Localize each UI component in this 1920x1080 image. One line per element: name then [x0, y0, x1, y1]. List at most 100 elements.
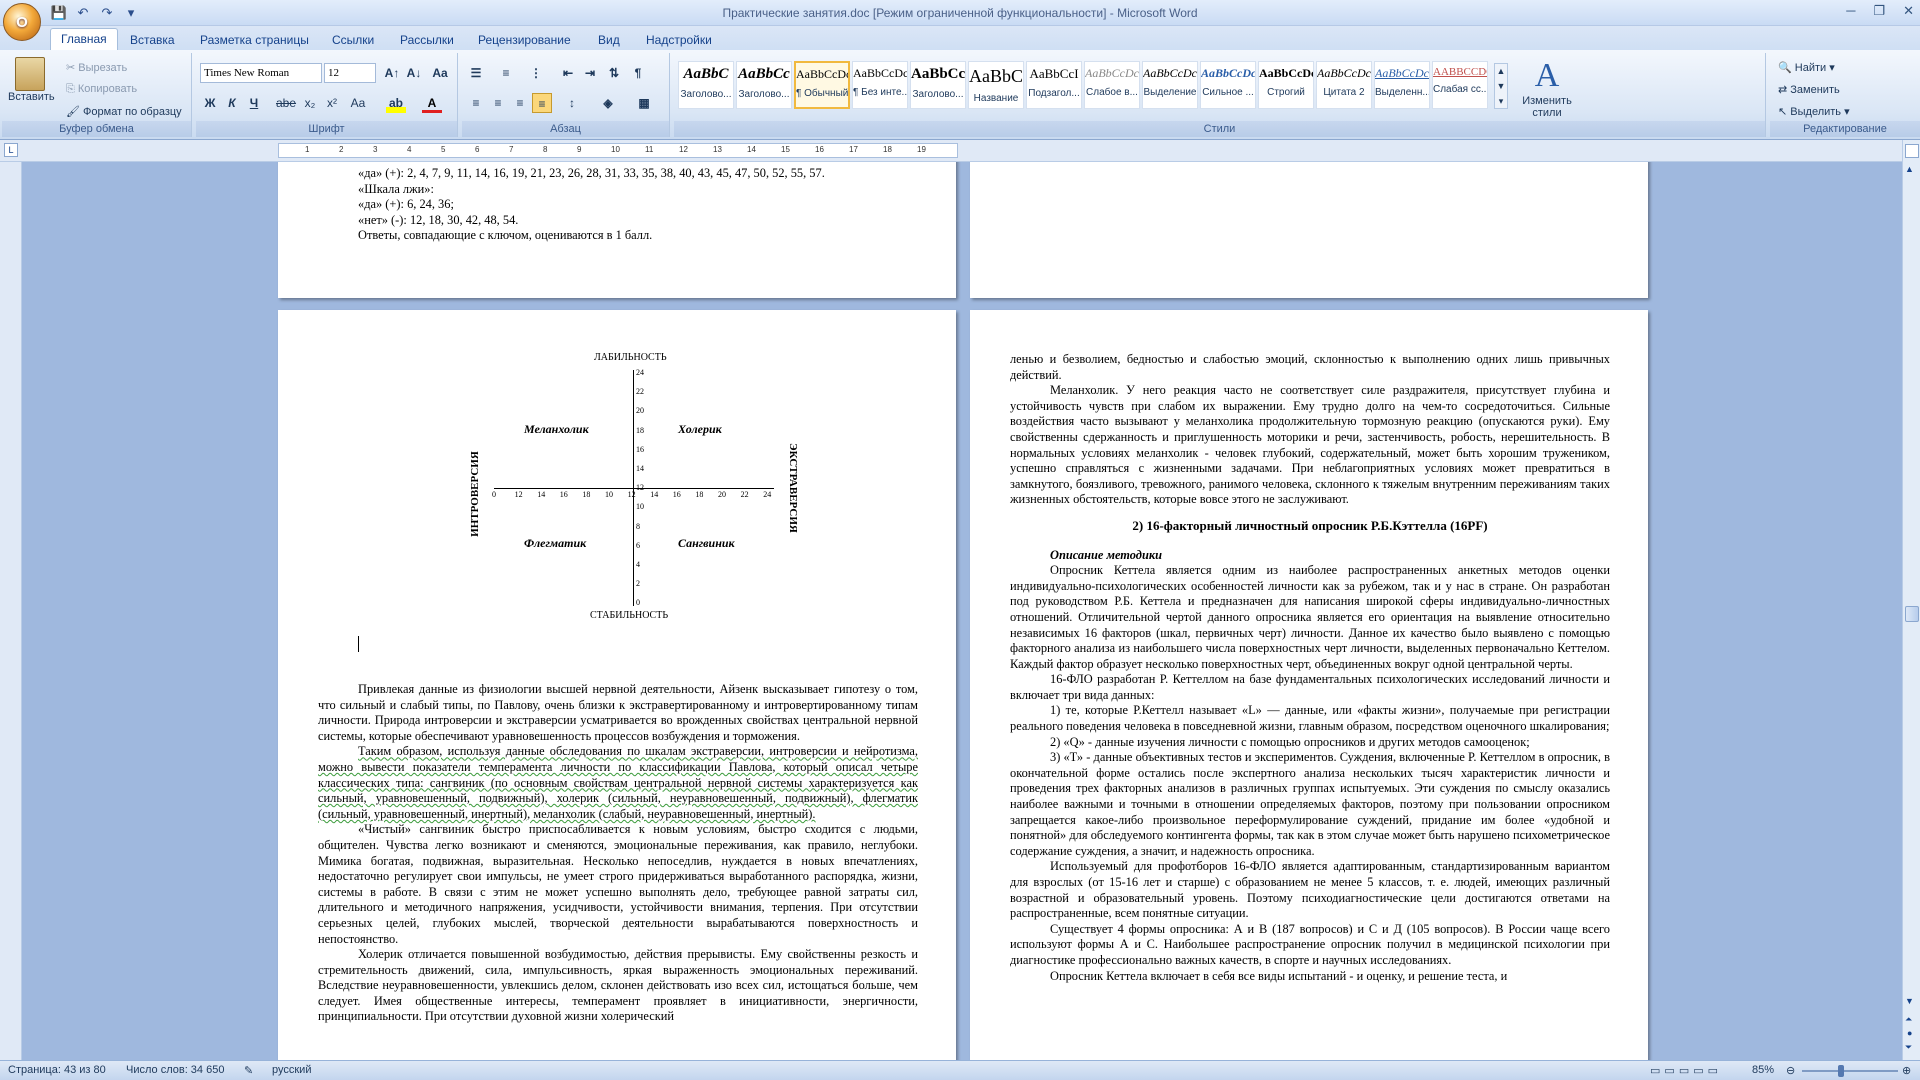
tab-home[interactable]: Главная	[50, 28, 118, 50]
zoom-level[interactable]: 85%	[1752, 1064, 1774, 1076]
page-top-left[interactable]: «да» (+): 2, 4, 7, 9, 11, 14, 16, 19, 21…	[278, 162, 956, 298]
increase-indent-icon[interactable]: ⇥	[580, 63, 600, 83]
office-button[interactable]: O	[3, 3, 41, 41]
shrink-font-icon[interactable]: A↓	[404, 63, 424, 83]
change-styles-button[interactable]: A Изменить стили	[1512, 57, 1582, 119]
cursor-icon: ↖	[1778, 106, 1791, 118]
horizontal-ruler-bar: L 1 2 3 4 5 6 7 8 9 10 11 12 13 14 15 16 17 18 19	[0, 140, 1920, 162]
underline-icon[interactable]: Ч	[244, 93, 264, 113]
diagram-left-label: ИНТРОВЕРСИЯ	[468, 451, 481, 537]
copy-button[interactable]: ⎘ Копировать	[66, 83, 137, 96]
next-page-icon[interactable]: ⏷	[1905, 1042, 1912, 1053]
font-name-combo[interactable]: Times New Roman	[200, 63, 322, 83]
style-strong[interactable]: AaBbCcDc Строгий	[1258, 61, 1314, 109]
justify-icon[interactable]: ≡	[532, 93, 552, 113]
style-subtle-reference[interactable]: AABBCCDCСлабая сс...	[1432, 61, 1488, 109]
replace-button[interactable]: ⇄ Заменить	[1778, 83, 1840, 96]
grow-font-icon[interactable]: A↑	[382, 63, 402, 83]
styles-scroll[interactable]: ▲ ▼ ▾	[1494, 63, 1508, 109]
strikethrough-icon[interactable]: abe	[276, 93, 296, 113]
paragraph: Существует 4 формы опросника: А и В (187…	[1010, 921, 1610, 967]
numbering-icon[interactable]: ≡	[496, 63, 516, 83]
line-spacing-icon[interactable]: ↕	[562, 93, 582, 113]
print-layout-icon[interactable]: ▭	[1650, 1064, 1660, 1077]
highlight-icon[interactable]: ab	[386, 93, 406, 113]
draft-icon[interactable]: ▭	[1708, 1064, 1718, 1077]
page-top-right[interactable]	[970, 162, 1648, 298]
paragraph: ленью и безволием, бедностью и слабостью…	[1010, 352, 1610, 382]
bullets-icon[interactable]: ☰	[466, 63, 486, 83]
shading-icon[interactable]: ◈	[598, 93, 618, 113]
language[interactable]: русский	[272, 1064, 311, 1076]
tab-mailings[interactable]: Рассылки	[390, 30, 464, 50]
style-quote-2[interactable]: AaBbCcDc Цитата 2	[1316, 61, 1372, 109]
align-right-icon[interactable]: ≡	[510, 93, 530, 113]
tab-view[interactable]: Вид	[588, 30, 630, 50]
ruler-toggle-icon[interactable]	[1905, 144, 1919, 158]
borders-icon[interactable]: ▦	[634, 93, 654, 113]
spellcheck-icon[interactable]: ✎	[244, 1064, 253, 1077]
show-marks-icon[interactable]: ¶	[628, 63, 648, 83]
zoom-slider[interactable]	[1802, 1070, 1898, 1072]
style-emphasis[interactable]: AaBbCcDc Выделение	[1142, 61, 1198, 109]
tab-review[interactable]: Рецензирование	[468, 30, 581, 50]
find-button[interactable]: 🔍 Найти ▾	[1778, 61, 1835, 74]
font-size-combo[interactable]: 12	[324, 63, 376, 83]
page-right[interactable]: ленью и безволием, бедностью и слабостью…	[970, 310, 1648, 1060]
full-screen-icon[interactable]: ▭	[1664, 1064, 1674, 1077]
close-icon[interactable]: ✕	[1903, 3, 1914, 19]
style-no-spacing[interactable]: AaBbCcDc ¶ Без инте...	[852, 61, 908, 109]
scroll-up-icon[interactable]: ▲	[1905, 164, 1914, 174]
document-area[interactable]: «да» (+): 2, 4, 7, 9, 11, 14, 16, 19, 21…	[22, 162, 1902, 1060]
decrease-indent-icon[interactable]: ⇤	[558, 63, 578, 83]
clear-format-icon[interactable]: Aa	[430, 63, 450, 83]
subscript-icon[interactable]: x₂	[300, 93, 320, 113]
tab-page-layout[interactable]: Разметка страницы	[190, 30, 319, 50]
align-center-icon[interactable]: ≡	[488, 93, 508, 113]
minimize-icon[interactable]: ─	[1846, 3, 1855, 19]
style-heading-1[interactable]: AaBbC Заголово...	[678, 61, 734, 109]
scroll-down-icon[interactable]: ▼	[1905, 996, 1914, 1006]
tab-selector[interactable]: L	[4, 143, 18, 157]
web-layout-icon[interactable]: ▭	[1679, 1064, 1689, 1077]
word-count[interactable]: Число слов: 34 650	[126, 1064, 224, 1076]
superscript-icon[interactable]: x²	[322, 93, 342, 113]
style-normal[interactable]: AaBbCcDc ¶ Обычный	[794, 61, 850, 109]
prev-page-icon[interactable]: ⏶	[1905, 1014, 1912, 1025]
zoom-slider-thumb[interactable]	[1838, 1065, 1844, 1077]
zoom-out-icon[interactable]: ⊖	[1786, 1064, 1795, 1077]
scroll-thumb[interactable]	[1905, 606, 1919, 622]
page-count[interactable]: Страница: 43 из 80	[8, 1064, 106, 1076]
tab-addins[interactable]: Надстройки	[636, 30, 722, 50]
align-left-icon[interactable]: ≡	[466, 93, 486, 113]
style-heading-3[interactable]: AaBbCc Заголово...	[910, 61, 966, 109]
style-intense-quote[interactable]: AaBbCcDc Выделенн...	[1374, 61, 1430, 109]
multilevel-list-icon[interactable]: ⋮	[526, 63, 546, 83]
paragraph: Опросник Кеттела является одним из наибо…	[1010, 563, 1610, 671]
bold-icon[interactable]: Ж	[200, 93, 220, 113]
maximize-icon[interactable]: ❐	[1873, 3, 1885, 19]
change-case-icon[interactable]: Aa	[348, 93, 368, 113]
vertical-scrollbar[interactable]: ▲ ▼ ⏶ ● ⏷	[1902, 140, 1920, 1060]
sort-icon[interactable]: ⇅	[604, 63, 624, 83]
cut-button[interactable]: ✂ Вырезать	[66, 61, 127, 74]
tab-insert[interactable]: Вставка	[120, 30, 185, 50]
paste-button[interactable]: Вставить	[8, 57, 55, 103]
ruler-tick: 4	[407, 145, 412, 154]
format-painter-button[interactable]: 🖌 Формат по образцу	[66, 105, 182, 118]
vertical-ruler[interactable]	[0, 162, 22, 1060]
style-subtle-emphasis[interactable]: AaBbCcDc Слабое в...	[1084, 61, 1140, 109]
font-color-icon[interactable]: A	[422, 93, 442, 113]
zoom-in-icon[interactable]: ⊕	[1902, 1064, 1911, 1077]
style-heading-2[interactable]: AaBbCc Заголово...	[736, 61, 792, 109]
italic-icon[interactable]: К	[222, 93, 242, 113]
select-button[interactable]: ↖ Выделить ▾	[1778, 105, 1850, 118]
page-left[interactable]: ЛАБИЛЬНОСТЬ СТАБИЛЬНОСТЬ ИНТРОВЕРСИЯ ЭКС…	[278, 310, 956, 1060]
browse-object-icon[interactable]: ●	[1907, 1028, 1912, 1038]
outline-icon[interactable]: ▭	[1693, 1064, 1703, 1077]
tab-references[interactable]: Ссылки	[322, 30, 384, 50]
style-subtitle[interactable]: AaBbCcI Подзагол...	[1026, 61, 1082, 109]
style-intense-emphasis[interactable]: AaBbCcDc Сильное ...	[1200, 61, 1256, 109]
horizontal-ruler[interactable]: 1 2 3 4 5 6 7 8 9 10 11 12 13 14 15 16 17 18 19	[278, 143, 958, 158]
style-title[interactable]: AaBbC Название	[968, 61, 1024, 109]
